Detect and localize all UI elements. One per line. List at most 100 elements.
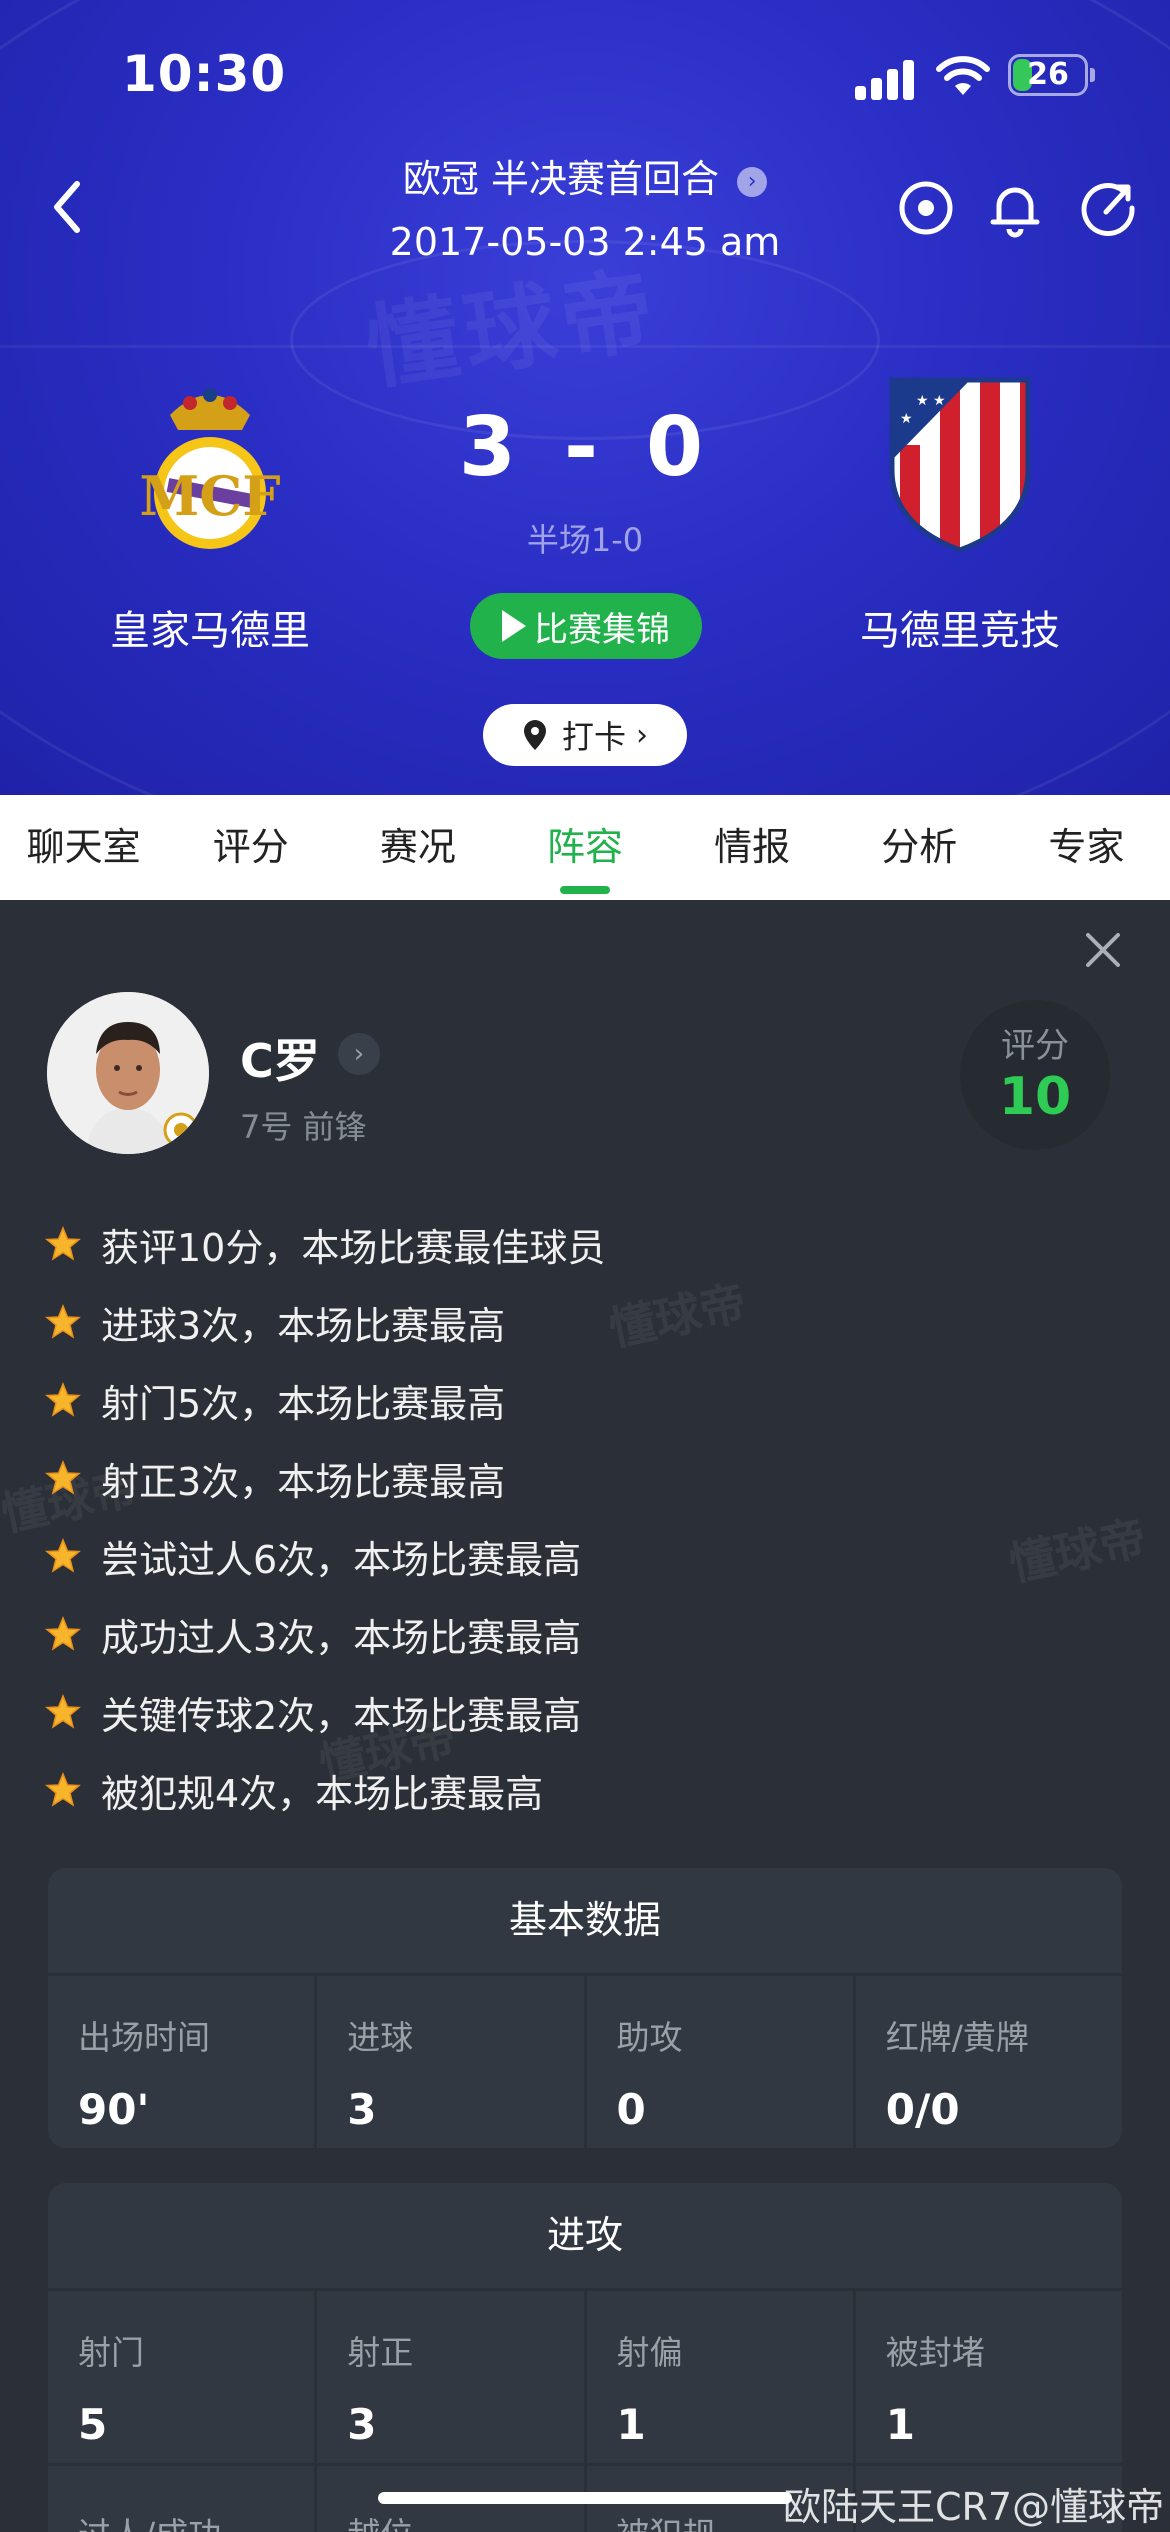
stat-value: 5 <box>78 2400 108 2449</box>
status-time: 10:30 <box>122 45 287 103</box>
stat-value: 1 <box>885 2400 915 2449</box>
highlights-label: 比赛集锦 <box>534 609 670 650</box>
stat-value: 3 <box>347 2400 377 2449</box>
competition-label: 欧冠 半决赛首回合 <box>402 157 719 201</box>
target-icon[interactable] <box>896 178 956 238</box>
tab-analysis[interactable]: 分析 <box>836 795 1003 900</box>
achievement-item: 关键传球2次，本场比赛最高 <box>45 1673 605 1751</box>
star-icon <box>45 1694 81 1729</box>
stat-row: 出场时间 90' 进球 3 助攻 0 红牌/黄牌 0/0 <box>48 1973 1122 2148</box>
svg-text:★: ★ <box>900 411 913 427</box>
achievement-item: 被犯规4次，本场比赛最高 <box>45 1751 605 1829</box>
rating-value: 10 <box>998 1067 1072 1127</box>
home-indicator[interactable] <box>378 2492 792 2504</box>
stat-row: 射门 5 射正 3 射偏 1 被封堵 1 <box>48 2288 1122 2463</box>
away-team-name[interactable]: 马德里竞技 <box>800 598 1120 656</box>
achievement-list: 获评10分，本场比赛最佳球员 进球3次，本场比赛最高 射门5次，本场比赛最高 射… <box>45 1205 605 1829</box>
achievement-item: 成功过人3次，本场比赛最高 <box>45 1595 605 1673</box>
achievement-text: 尝试过人6次，本场比赛最高 <box>101 1537 582 1582</box>
achievement-item: 射正3次，本场比赛最高 <box>45 1439 605 1517</box>
home-team-name[interactable]: 皇家马德里 <box>50 598 370 656</box>
tab-intel[interactable]: 情报 <box>669 795 836 900</box>
chevron-right-icon: › <box>737 166 768 197</box>
achievement-text: 进球3次，本场比赛最高 <box>101 1303 506 1348</box>
star-icon <box>45 1226 81 1261</box>
stat-label: 助攻 <box>616 2018 683 2057</box>
player-avatar[interactable] <box>47 992 209 1154</box>
achievement-text: 获评10分，本场比赛最佳球员 <box>101 1225 606 1270</box>
stat-value: 1 <box>616 2400 646 2449</box>
achievement-text: 成功过人3次，本场比赛最高 <box>101 1615 582 1660</box>
tab-lineup[interactable]: 阵容 <box>501 795 668 900</box>
star-icon <box>45 1538 81 1573</box>
play-icon <box>502 610 526 642</box>
stat-label: 射门 <box>78 2333 144 2372</box>
match-header: 懂球帝 10:30 26 欧冠 半决赛首回合 › 2017-05-03 2:45… <box>0 0 1170 795</box>
basic-stats-card: 基本数据 出场时间 90' 进球 3 助攻 0 红牌/黄牌 0/0 <box>48 1868 1122 2148</box>
credit-watermark: 欧陆天王CR7@懂球帝 <box>783 2485 1165 2529</box>
stat-cards: 红牌/黄牌 0/0 <box>852 1976 1122 2148</box>
away-team-logo[interactable]: ★ ★ ★ <box>880 375 1040 555</box>
share-icon[interactable] <box>1078 178 1138 238</box>
stat-label: 红牌/黄牌 <box>885 2018 1029 2057</box>
achievement-text: 被犯规4次，本场比赛最高 <box>101 1771 544 1816</box>
close-icon[interactable] <box>1078 925 1128 975</box>
stat-label: 出场时间 <box>78 2018 210 2057</box>
stat-dribbles: 过人/成功 <box>48 2466 314 2532</box>
stat-value: 0 <box>616 2085 646 2134</box>
scoreboard: 3-0 <box>435 400 735 495</box>
stat-value: 90' <box>78 2085 150 2134</box>
cellular-signal-icon <box>855 58 915 100</box>
achievement-text: 射门5次，本场比赛最高 <box>101 1381 506 1426</box>
tab-ratings[interactable]: 评分 <box>167 795 334 900</box>
tab-experts[interactable]: 专家 <box>1003 795 1170 900</box>
checkin-button[interactable]: 打卡 › <box>483 704 687 766</box>
achievement-item: 获评10分，本场比赛最佳球员 <box>45 1205 605 1283</box>
rating-label: 评分 <box>1001 1026 1069 1066</box>
stat-label: 被封堵 <box>885 2333 985 2372</box>
stat-value: 3 <box>347 2085 377 2134</box>
away-score: 0 <box>646 400 712 495</box>
achievement-item: 尝试过人6次，本场比赛最高 <box>45 1517 605 1595</box>
player-name[interactable]: C罗 <box>240 1025 320 1091</box>
achievement-text: 关键传球2次，本场比赛最高 <box>101 1693 582 1738</box>
player-rating-badge: 评分 10 <box>960 1000 1110 1150</box>
stat-label: 过人/成功 <box>78 2508 314 2532</box>
tab-chatroom[interactable]: 聊天室 <box>0 795 167 900</box>
stat-goals: 进球 3 <box>314 1976 583 2148</box>
bell-icon[interactable] <box>985 178 1045 238</box>
svg-text:★ ★: ★ ★ <box>916 393 946 409</box>
star-icon <box>45 1772 81 1807</box>
score-separator: - <box>563 400 607 495</box>
wifi-icon <box>936 56 990 95</box>
highlights-button[interactable]: 比赛集锦 <box>470 593 702 659</box>
location-pin-icon <box>523 720 546 750</box>
star-icon <box>45 1382 81 1417</box>
achievement-item: 射门5次，本场比赛最高 <box>45 1361 605 1439</box>
star-icon <box>45 1460 81 1495</box>
battery-percent: 26 <box>1027 57 1069 92</box>
achievement-item: 进球3次，本场比赛最高 <box>45 1283 605 1361</box>
stat-label: 越位 <box>347 2508 583 2532</box>
battery-icon: 26 <box>1008 54 1088 96</box>
stat-label: 射正 <box>347 2333 414 2372</box>
stat-shots-on-target: 射正 3 <box>314 2291 583 2463</box>
stat-label: 射偏 <box>616 2333 683 2372</box>
stat-blocked-shots: 被封堵 1 <box>852 2291 1122 2463</box>
tab-bar: 聊天室 评分 赛况 阵容 情报 分析 专家 <box>0 795 1170 900</box>
chevron-right-icon[interactable]: › <box>338 1033 380 1075</box>
checkin-label: 打卡 <box>561 718 626 756</box>
stat-shots-off-target: 射偏 1 <box>583 2291 853 2463</box>
stat-shots: 射门 5 <box>48 2291 314 2463</box>
player-number-position: 7号 前锋 <box>240 1108 367 1146</box>
basic-stats-title: 基本数据 <box>508 1898 661 1942</box>
stat-label: 进球 <box>347 2018 414 2057</box>
achievement-text: 射正3次，本场比赛最高 <box>101 1459 506 1504</box>
attack-stats-title: 进攻 <box>546 2213 623 2257</box>
stat-value: 0/0 <box>885 2085 960 2134</box>
star-icon <box>45 1616 81 1651</box>
battery-tip <box>1090 68 1095 82</box>
chevron-right-icon: › <box>636 717 648 753</box>
stat-minutes-played: 出场时间 90' <box>48 1976 314 2148</box>
tab-match-events[interactable]: 赛况 <box>334 795 501 900</box>
